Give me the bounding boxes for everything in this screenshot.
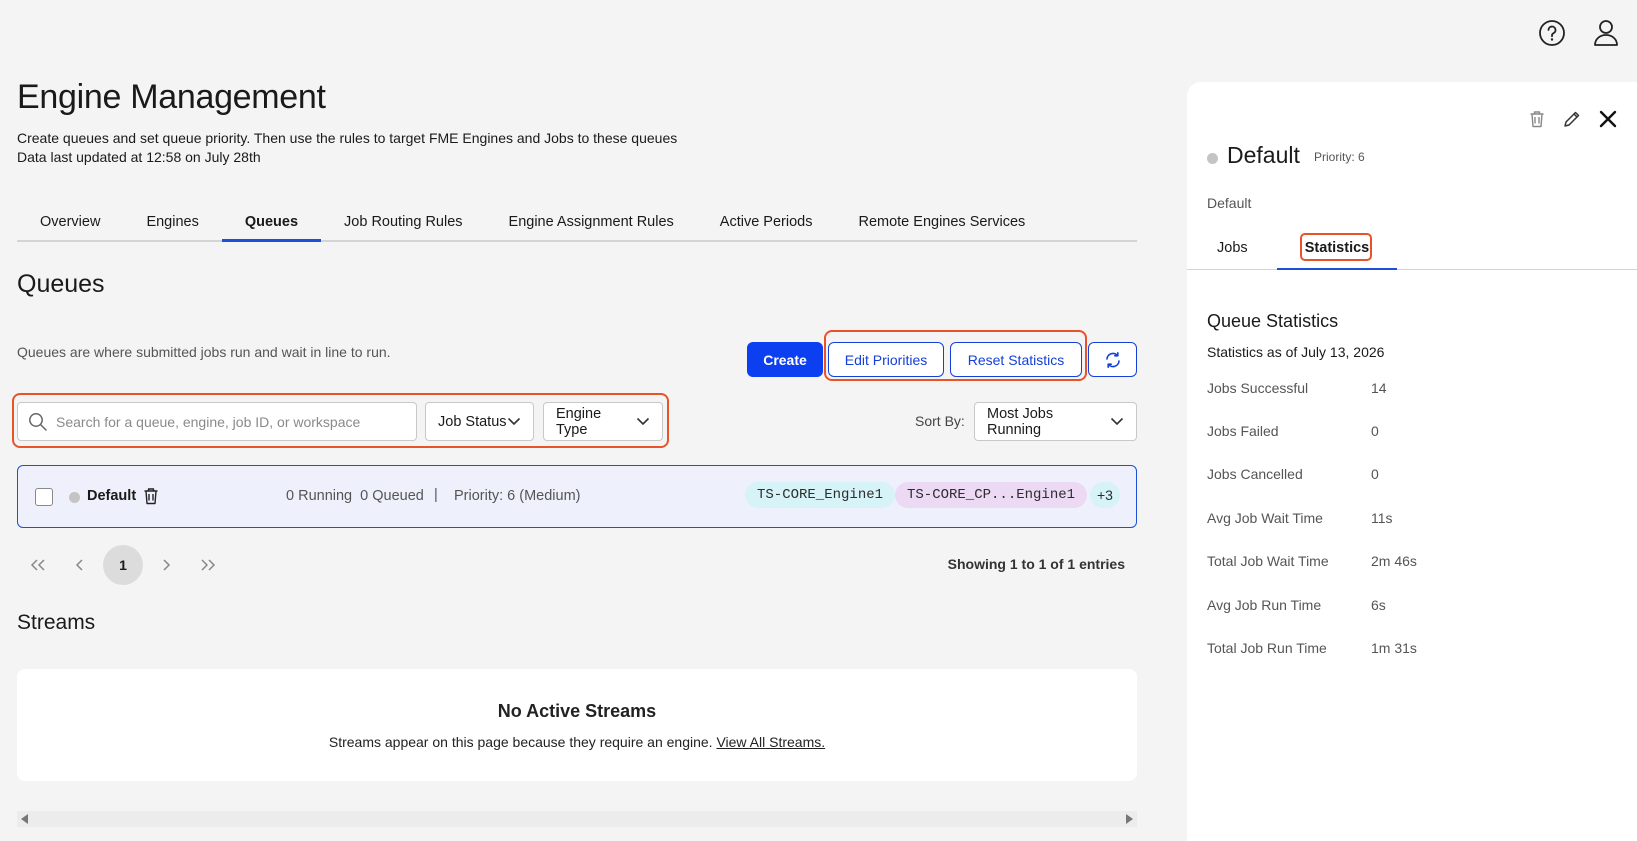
- queue-priority: Priority: 6 (Medium): [454, 488, 581, 504]
- sort-by-label: Sort By:: [915, 413, 965, 429]
- streams-empty-title: No Active Streams: [497, 701, 657, 721]
- help-circle-icon[interactable]: [1537, 18, 1567, 48]
- tab-remote-engines-services[interactable]: Remote Engines Services: [835, 207, 1048, 242]
- engine-type-label: Engine Type: [556, 405, 602, 438]
- user-icon[interactable]: [1591, 18, 1621, 48]
- queue-detail-panel: Default Priority: 6 Default Jobs Statist…: [1187, 82, 1637, 841]
- chevron-down-icon: [636, 417, 650, 426]
- search-icon: [28, 412, 48, 432]
- delete-icon[interactable]: [1529, 110, 1545, 128]
- table-row[interactable]: Default 0 Running 0 Queued | Priority: 6…: [17, 465, 1137, 528]
- stat-value: 0: [1371, 466, 1379, 482]
- edit-priorities-button[interactable]: Edit Priorities: [828, 342, 944, 377]
- panel-tabs: Jobs Statistics: [1187, 233, 1637, 270]
- tab-queues[interactable]: Queues: [221, 207, 322, 242]
- refresh-icon: [1104, 351, 1122, 369]
- engine-chip[interactable]: TS-CORE_Engine1: [745, 482, 896, 508]
- sort-by-dropdown[interactable]: Most Jobs Running: [974, 402, 1137, 441]
- streams-empty-description: Streams appear on this page because they…: [17, 734, 1137, 750]
- tab-active-periods[interactable]: Active Periods: [697, 207, 836, 242]
- divider: |: [434, 487, 438, 503]
- queued-count: 0 Queued: [360, 488, 424, 504]
- statistics-as-of: Statistics as of July 13, 2026: [1207, 344, 1385, 360]
- chevron-down-icon: [507, 417, 521, 426]
- stat-value: 11s: [1371, 510, 1393, 526]
- tab-jobs[interactable]: Jobs: [1217, 233, 1248, 270]
- job-status-dropdown[interactable]: Job Status: [425, 402, 534, 441]
- stat-label: Avg Job Run Time: [1207, 597, 1322, 613]
- close-icon[interactable]: [1599, 110, 1617, 128]
- stat-label: Avg Job Wait Time: [1207, 510, 1323, 526]
- stat-label: Jobs Failed: [1207, 423, 1279, 439]
- stat-value: 6s: [1371, 597, 1386, 613]
- main-tabs: Overview Engines Queues Job Routing Rule…: [17, 207, 1137, 242]
- scroll-right-icon[interactable]: [1126, 814, 1133, 824]
- tab-statistics[interactable]: Statistics: [1277, 233, 1397, 270]
- last-page-icon[interactable]: [187, 545, 229, 585]
- queues-description: Queues are where submitted jobs run and …: [17, 344, 391, 360]
- stat-label: Jobs Successful: [1207, 380, 1309, 396]
- panel-queue-description: Default: [1207, 195, 1252, 211]
- streams-empty-text: Streams appear on this page because they…: [328, 734, 713, 750]
- main-content: Engine Management Create queues and set …: [12, 0, 1137, 841]
- page-subtitle: Create queues and set queue priority. Th…: [17, 129, 677, 167]
- previous-page-icon[interactable]: [59, 545, 101, 585]
- page-number-current[interactable]: 1: [103, 545, 143, 585]
- sort-by-value: Most Jobs Running: [987, 405, 1054, 438]
- queue-statistics-title: Queue Statistics: [1207, 311, 1339, 331]
- view-all-streams-link[interactable]: View All Streams.: [716, 734, 825, 750]
- stat-label: Total Job Run Time: [1207, 640, 1327, 656]
- stat-value: 14: [1371, 380, 1387, 396]
- pagination: 1: [17, 545, 229, 585]
- stat-value: 1m 31s: [1371, 640, 1417, 656]
- stat-label: Total Job Wait Time: [1207, 553, 1329, 569]
- edit-pencil-icon[interactable]: [1563, 110, 1581, 128]
- queues-title: Queues: [17, 270, 105, 298]
- status-dot-icon: [1207, 153, 1218, 164]
- streams-title: Streams: [17, 611, 96, 634]
- reset-statistics-button[interactable]: Reset Statistics: [950, 342, 1082, 377]
- tab-overview[interactable]: Overview: [17, 207, 123, 242]
- running-count: 0 Running: [286, 488, 353, 504]
- engine-type-dropdown[interactable]: Engine Type: [543, 402, 663, 441]
- stat-value: 2m 46s: [1371, 553, 1417, 569]
- stat-value: 0: [1371, 423, 1379, 439]
- engine-chip[interactable]: TS-CORE_CP...Engine1: [895, 482, 1088, 508]
- pagination-summary: Showing 1 to 1 of 1 entries: [947, 556, 1125, 572]
- streams-empty-state: No Active Streams Streams appear on this…: [17, 669, 1137, 781]
- stat-label: Jobs Cancelled: [1207, 466, 1303, 482]
- subtitle-line-1: Create queues and set queue priority. Th…: [17, 130, 678, 146]
- search-box: [17, 402, 417, 441]
- next-page-icon[interactable]: [145, 545, 187, 585]
- tab-engines[interactable]: Engines: [123, 207, 221, 242]
- panel-queue-priority: Priority: 6: [1314, 150, 1365, 164]
- first-page-icon[interactable]: [17, 545, 59, 585]
- header-icons: [1537, 18, 1621, 48]
- more-engines-chip[interactable]: +3: [1090, 482, 1120, 508]
- search-input[interactable]: [56, 413, 396, 430]
- tab-job-routing-rules[interactable]: Job Routing Rules: [321, 207, 486, 242]
- queue-name: Default: [87, 488, 137, 504]
- create-button[interactable]: Create: [747, 342, 823, 377]
- row-checkbox[interactable]: [35, 488, 53, 506]
- panel-actions: [1529, 110, 1617, 128]
- page-title: Engine Management: [17, 78, 326, 116]
- refresh-button[interactable]: [1088, 342, 1137, 377]
- subtitle-line-2: Data last updated at 12:58 on July 28th: [17, 149, 261, 165]
- trash-icon[interactable]: [143, 487, 159, 510]
- panel-queue-name: Default: [1227, 142, 1300, 168]
- horizontal-scrollbar[interactable]: [17, 811, 1137, 827]
- status-dot-icon: [69, 492, 80, 503]
- chevron-down-icon: [1110, 417, 1124, 426]
- tab-engine-assignment-rules[interactable]: Engine Assignment Rules: [486, 207, 697, 242]
- job-status-label: Job Status: [438, 413, 507, 430]
- queue-counts: 0 Running 0 Queued: [286, 488, 424, 504]
- scroll-left-icon[interactable]: [21, 814, 28, 824]
